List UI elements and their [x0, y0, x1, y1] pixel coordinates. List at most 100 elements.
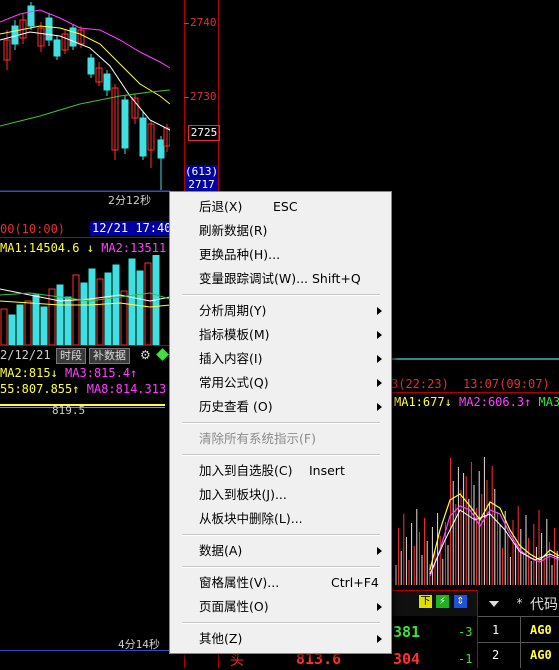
- candle-body: [157, 139, 165, 159]
- value-cell: 381: [393, 623, 421, 641]
- candle-body: [139, 117, 147, 157]
- menu-shortcut: Insert: [309, 463, 345, 478]
- ma-row-2: MA2:815↓ MA3:815.4↑: [0, 366, 137, 380]
- right-time-1: 3(22:23): [391, 377, 449, 391]
- low-label: 819.5: [52, 404, 86, 417]
- ma5-value: 55:807.855: [0, 382, 73, 396]
- candle-body: [53, 39, 61, 57]
- row-code[interactable]: AG0: [530, 623, 552, 637]
- row-index[interactable]: 1: [492, 623, 499, 637]
- volume-bar: [72, 274, 80, 345]
- current-price-box: 2725: [188, 125, 220, 141]
- menu-label: 其他(Z): [199, 631, 243, 646]
- menu-label: 插入内容(I): [199, 351, 263, 366]
- separator: [0, 650, 184, 651]
- sort-icon[interactable]: ⇕: [454, 595, 467, 608]
- candle-body: [103, 73, 111, 91]
- ma1-value: MA1:677: [394, 395, 445, 409]
- menu-item-period[interactable]: 分析周期(Y): [170, 300, 391, 322]
- down-arrow-icon: ↓: [86, 241, 94, 255]
- tab-time-period[interactable]: 时段: [56, 348, 86, 364]
- submenu-arrow-icon: [377, 635, 382, 643]
- menu-item-add-watchlist[interactable]: 加入到自选股(C) Insert: [170, 460, 391, 482]
- price-label: 2730: [190, 90, 217, 103]
- volume-bar: [88, 268, 96, 345]
- volume-bar: [80, 282, 88, 345]
- candle-body: [121, 99, 129, 149]
- candle-body: [69, 27, 77, 47]
- menu-item-remove-block[interactable]: 从板块中删除(L)...: [170, 508, 391, 530]
- menu-shortcut: ESC: [273, 199, 298, 214]
- menu-item-formula[interactable]: 常用公式(Q): [170, 372, 391, 394]
- volume-chart[interactable]: [0, 255, 170, 345]
- menu-label: 变量跟踪调试(W)...: [199, 271, 309, 286]
- menu-item-other[interactable]: 其他(Z): [170, 628, 391, 650]
- menu-item-page-props[interactable]: 页面属性(O): [170, 596, 391, 618]
- menu-item-data[interactable]: 数据(A): [170, 540, 391, 562]
- menu-separator: [182, 454, 380, 456]
- tick: [184, 97, 189, 98]
- submenu-arrow-icon: [377, 403, 382, 411]
- code-header[interactable]: 代码: [530, 594, 558, 614]
- down-nav-icon[interactable]: 下: [419, 595, 432, 608]
- menu-item-history[interactable]: 历史查看 (O): [170, 396, 391, 418]
- sync-icon[interactable]: ⚡: [436, 595, 449, 608]
- menu-item-insert[interactable]: 插入内容(I): [170, 348, 391, 370]
- separator: [0, 345, 184, 346]
- time-left: 00(10:00): [0, 222, 66, 236]
- menu-item-add-block[interactable]: 加入到板块(J)...: [170, 484, 391, 506]
- table-sep: [478, 642, 559, 643]
- menu-item-debug[interactable]: 变量跟踪调试(W)... Shift+Q: [170, 268, 391, 290]
- menu-item-pane-props[interactable]: 窗格属性(V)... Ctrl+F4: [170, 572, 391, 594]
- price-label: 2740: [190, 16, 217, 29]
- menu-label: 后退(X): [199, 199, 243, 214]
- separator: [390, 392, 559, 393]
- volume-bar: [96, 278, 104, 345]
- ma-row-3: 55:807.855↑ MA8:814.313: [0, 382, 166, 396]
- volume-bar: [64, 296, 72, 345]
- table-sep: [478, 616, 559, 617]
- volume-bar: [128, 258, 136, 345]
- candle-body: [87, 57, 95, 75]
- menu-label: 页面属性(O): [199, 599, 269, 614]
- menu-shortcut: Ctrl+F4: [331, 575, 379, 590]
- ma2-value: MA2:815: [0, 366, 51, 380]
- menu-item-change-symbol[interactable]: 更换品种(H)...: [170, 244, 391, 266]
- right-volume-chart[interactable]: [390, 410, 559, 585]
- ma-line-white: [0, 31, 170, 131]
- separator: [390, 590, 478, 591]
- row-code[interactable]: AG0: [530, 648, 552, 662]
- menu-item-back[interactable]: 后退(X) ESC: [170, 196, 391, 218]
- candlestick-chart[interactable]: [0, 0, 170, 205]
- volume-bar: [56, 284, 64, 345]
- submenu-arrow-icon: [377, 307, 382, 315]
- time-highlight: 12/21 17:40: [90, 221, 174, 236]
- up-arrow-icon: ↑: [130, 366, 138, 380]
- separator: [0, 237, 184, 238]
- menu-label: 历史查看 (O): [199, 399, 273, 414]
- green-divider: [390, 358, 559, 360]
- up-arrow-icon: ↑: [72, 382, 80, 396]
- ma2-value: MA2:606.3: [459, 395, 525, 409]
- menu-label: 刷新数据(R): [199, 223, 268, 238]
- settings-icon[interactable]: ⚙: [140, 348, 151, 362]
- menu-label: 加入到板块(J)...: [199, 487, 287, 502]
- volume-bar: [120, 290, 128, 345]
- menu-label: 指标模板(M): [199, 327, 270, 342]
- volume-bar: [136, 270, 144, 345]
- value-cell: 304: [393, 650, 421, 668]
- tab-fill-data[interactable]: 补数据: [89, 348, 130, 364]
- submenu-arrow-icon: [377, 331, 382, 339]
- submenu-arrow-icon: [377, 355, 382, 363]
- menu-item-template[interactable]: 指标模板(M): [170, 324, 391, 346]
- context-menu: 后退(X) ESC 刷新数据(R) 更换品种(H)... 变量跟踪调试(W)...…: [169, 191, 392, 654]
- menu-item-refresh[interactable]: 刷新数据(R): [170, 220, 391, 242]
- change-cell: -1: [458, 652, 473, 666]
- down-arrow-icon: ↓: [444, 395, 452, 409]
- dropdown-icon[interactable]: [489, 601, 499, 607]
- menu-separator: [182, 622, 380, 624]
- volume-bar: [32, 294, 40, 345]
- menu-label: 常用公式(Q): [199, 375, 269, 390]
- row-index[interactable]: 2: [492, 648, 499, 662]
- menu-label: 从板块中删除(L)...: [199, 511, 303, 526]
